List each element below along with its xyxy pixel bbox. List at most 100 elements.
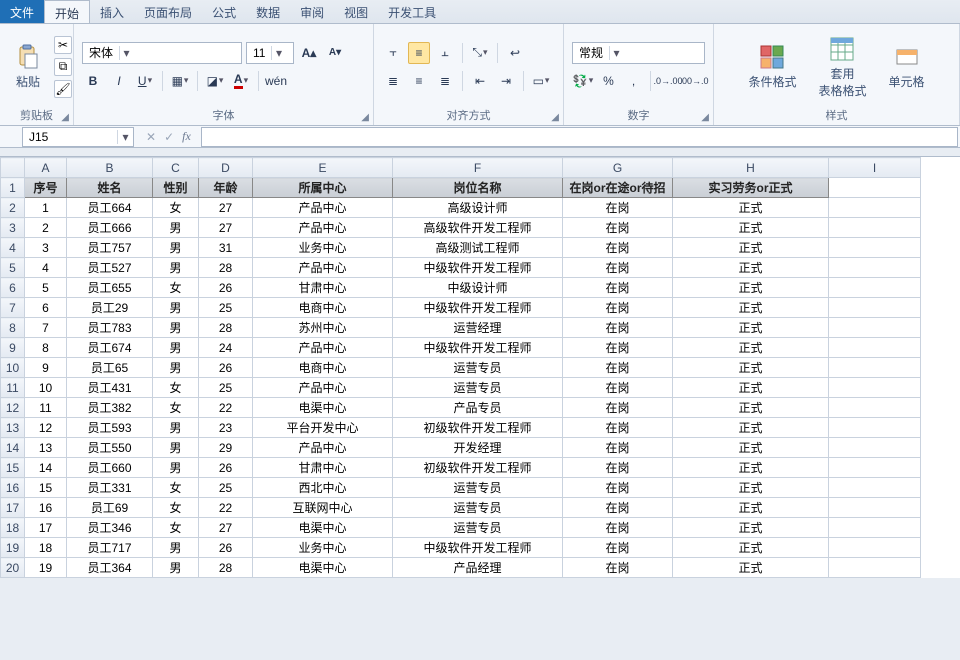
cell[interactable]: 29: [199, 438, 253, 458]
tab-review[interactable]: 审阅: [290, 0, 334, 23]
cell[interactable]: [829, 278, 921, 298]
cell[interactable]: 员工65: [67, 358, 153, 378]
tab-data[interactable]: 数据: [246, 0, 290, 23]
cell[interactable]: 28: [199, 318, 253, 338]
cell[interactable]: 员工674: [67, 338, 153, 358]
cell[interactable]: 男: [153, 558, 199, 578]
cell[interactable]: 男: [153, 538, 199, 558]
cell[interactable]: [829, 418, 921, 438]
cell[interactable]: 高级设计师: [393, 198, 563, 218]
cell[interactable]: 正式: [673, 558, 829, 578]
cell[interactable]: 正式: [673, 418, 829, 438]
underline-button[interactable]: U▾: [134, 70, 156, 92]
font-name-combo[interactable]: 宋体 ▾: [82, 42, 242, 64]
align-right-button[interactable]: ≣: [434, 70, 456, 92]
cell[interactable]: 女: [153, 518, 199, 538]
table-header-cell[interactable]: 实习劳务or正式: [673, 178, 829, 198]
row-header[interactable]: 14: [1, 438, 25, 458]
cell[interactable]: 正式: [673, 298, 829, 318]
row-header[interactable]: 11: [1, 378, 25, 398]
cell[interactable]: 27: [199, 518, 253, 538]
cell[interactable]: 19: [25, 558, 67, 578]
cell[interactable]: 男: [153, 438, 199, 458]
cell[interactable]: 男: [153, 318, 199, 338]
cell[interactable]: [829, 498, 921, 518]
conditional-format-button[interactable]: 条件格式: [742, 41, 802, 92]
increase-decimal-button[interactable]: .0→.00: [657, 70, 679, 92]
cell[interactable]: 产品中心: [253, 338, 393, 358]
cell[interactable]: 正式: [673, 218, 829, 238]
cell[interactable]: 正式: [673, 358, 829, 378]
table-header-cell[interactable]: 岗位名称: [393, 178, 563, 198]
cell[interactable]: 25: [199, 378, 253, 398]
cell[interactable]: 运营专员: [393, 358, 563, 378]
cell[interactable]: 26: [199, 278, 253, 298]
tab-view[interactable]: 视图: [334, 0, 378, 23]
row-header[interactable]: 17: [1, 498, 25, 518]
cell[interactable]: 25: [199, 298, 253, 318]
row-header[interactable]: 15: [1, 458, 25, 478]
cell[interactable]: [829, 198, 921, 218]
cell[interactable]: 员工69: [67, 498, 153, 518]
cell[interactable]: [829, 438, 921, 458]
cell[interactable]: 在岗: [563, 258, 673, 278]
cell[interactable]: 28: [199, 258, 253, 278]
name-box[interactable]: J15 ▾: [22, 127, 134, 147]
cell[interactable]: 男: [153, 298, 199, 318]
row-header[interactable]: 8: [1, 318, 25, 338]
align-middle-button[interactable]: ≡: [408, 42, 430, 64]
cell[interactable]: 员工550: [67, 438, 153, 458]
cell[interactable]: 17: [25, 518, 67, 538]
cell[interactable]: 员工593: [67, 418, 153, 438]
cell[interactable]: 25: [199, 478, 253, 498]
cell[interactable]: 26: [199, 458, 253, 478]
cell[interactable]: 电商中心: [253, 358, 393, 378]
cell[interactable]: 4: [25, 258, 67, 278]
cell[interactable]: 男: [153, 418, 199, 438]
cell[interactable]: 11: [25, 398, 67, 418]
cell[interactable]: 初级软件开发工程师: [393, 418, 563, 438]
cell[interactable]: [829, 518, 921, 538]
cell[interactable]: 2: [25, 218, 67, 238]
cell[interactable]: 在岗: [563, 238, 673, 258]
cell[interactable]: 平台开发中心: [253, 418, 393, 438]
cell-styles-button[interactable]: 单元格: [883, 41, 931, 92]
cell[interactable]: 高级软件开发工程师: [393, 218, 563, 238]
fill-color-button[interactable]: ◪▾: [204, 70, 226, 92]
cell[interactable]: 产品专员: [393, 398, 563, 418]
cell[interactable]: 正式: [673, 318, 829, 338]
cell[interactable]: [829, 218, 921, 238]
cell[interactable]: 初级软件开发工程师: [393, 458, 563, 478]
cell[interactable]: 在岗: [563, 458, 673, 478]
row-header[interactable]: 12: [1, 398, 25, 418]
phonetic-button[interactable]: wén: [265, 70, 287, 92]
accounting-format-button[interactable]: 💱▾: [572, 70, 594, 92]
cell[interactable]: [829, 558, 921, 578]
cell[interactable]: 产品中心: [253, 438, 393, 458]
cell[interactable]: 女: [153, 278, 199, 298]
row-header[interactable]: 7: [1, 298, 25, 318]
cell[interactable]: 22: [199, 498, 253, 518]
format-as-table-button[interactable]: 套用 表格格式: [812, 33, 872, 101]
cell[interactable]: 正式: [673, 278, 829, 298]
cell[interactable]: 正式: [673, 438, 829, 458]
cell[interactable]: 员工331: [67, 478, 153, 498]
cell[interactable]: 业务中心: [253, 538, 393, 558]
decrease-font-button[interactable]: A▾: [324, 42, 346, 64]
cell[interactable]: [829, 398, 921, 418]
cut-button[interactable]: ✂: [54, 36, 72, 54]
column-header[interactable]: C: [153, 158, 199, 178]
cell[interactable]: 男: [153, 238, 199, 258]
font-color-button[interactable]: A▾: [230, 70, 252, 92]
tab-formulas[interactable]: 公式: [202, 0, 246, 23]
cell[interactable]: 28: [199, 558, 253, 578]
cell[interactable]: [829, 318, 921, 338]
cell[interactable]: 在岗: [563, 218, 673, 238]
cell[interactable]: 员工346: [67, 518, 153, 538]
cell[interactable]: 正式: [673, 258, 829, 278]
cell[interactable]: 员工364: [67, 558, 153, 578]
align-bottom-button[interactable]: ⫠: [434, 42, 456, 64]
table-header-cell[interactable]: 序号: [25, 178, 67, 198]
column-header[interactable]: H: [673, 158, 829, 178]
table-header-cell[interactable]: [829, 178, 921, 198]
